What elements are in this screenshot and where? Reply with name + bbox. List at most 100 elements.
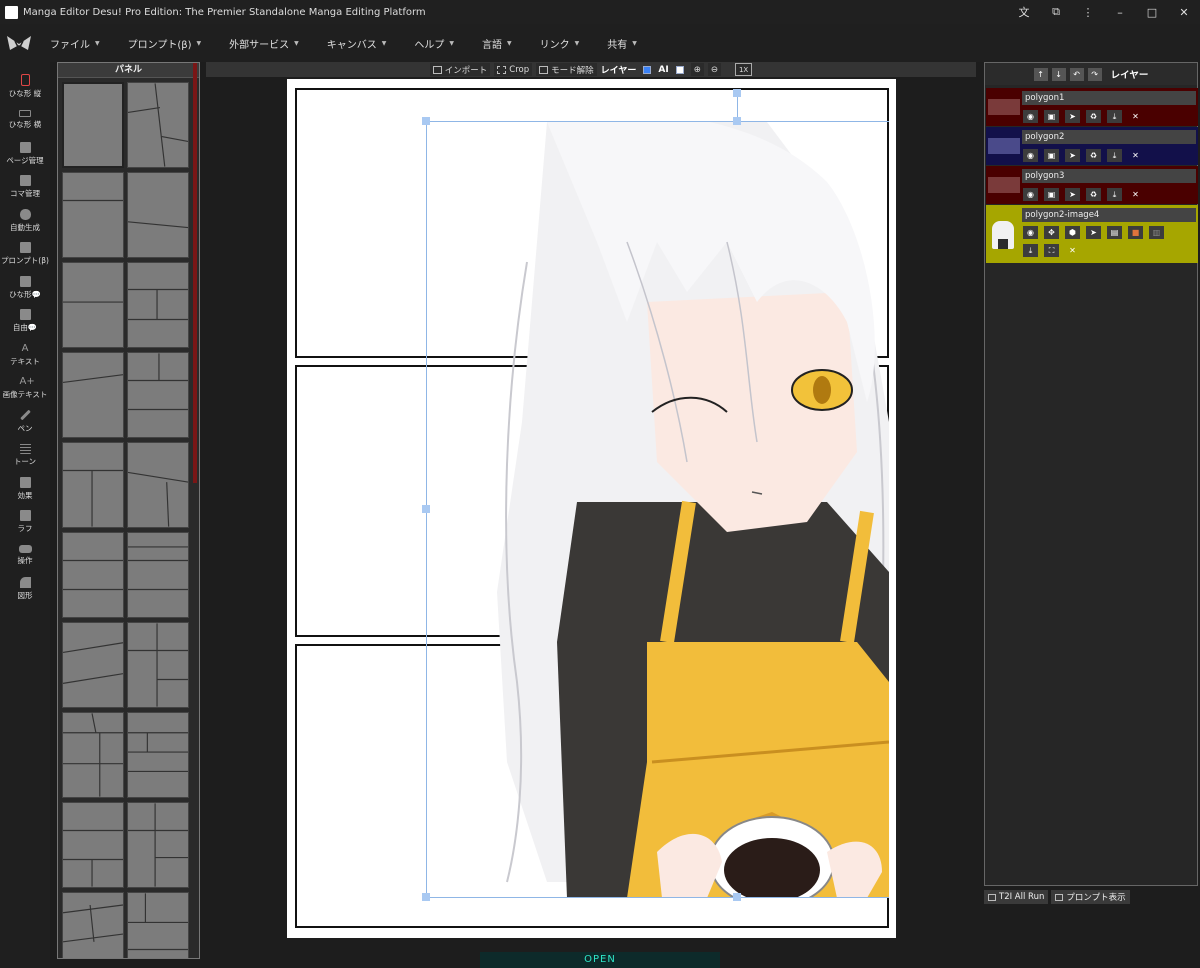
extension-icon[interactable]: ⧉	[1040, 0, 1072, 24]
menu-prompt[interactable]: プロンプト(β) ▼	[128, 36, 202, 51]
panel-template-thumb[interactable]	[127, 442, 189, 528]
layer-row-polygon2-image4[interactable]: polygon2-image4 ◉ ✥ ⬢ ➤ ▤ ■ ▥ ⤓ ⛶ ✕	[986, 205, 1198, 263]
recycle-icon[interactable]: ♻	[1086, 149, 1101, 162]
panel-template-thumb[interactable]	[127, 82, 189, 168]
move-up-icon[interactable]: ↑	[1033, 67, 1048, 81]
sidebar-item-panel-manager[interactable]: コマ管理	[0, 171, 50, 205]
run-icon[interactable]: ➤	[1065, 110, 1080, 123]
panel-template-thumb[interactable]	[127, 622, 189, 708]
translate-icon[interactable]: 文	[1008, 0, 1040, 24]
close-icon[interactable]: ✕	[1168, 0, 1200, 24]
crop-button[interactable]: Crop	[494, 63, 533, 76]
panel-template-thumb[interactable]	[127, 352, 189, 438]
character-image[interactable]	[427, 122, 889, 898]
panel-template-thumb[interactable]	[127, 892, 189, 958]
panel-library-scrollbar[interactable]	[193, 63, 197, 483]
fit-button[interactable]: 1X	[734, 63, 753, 76]
sidebar-item-image-text[interactable]: A+ 画像テキスト	[0, 372, 50, 406]
undo-icon[interactable]: ↶	[1069, 67, 1084, 81]
sidebar-item-shapes[interactable]: 図形	[0, 573, 50, 607]
lock-icon[interactable]: ▣	[1044, 110, 1059, 123]
lock-icon[interactable]: ▣	[1044, 149, 1059, 162]
menu-share[interactable]: 共有 ▼	[607, 36, 637, 51]
panel-template-thumb[interactable]	[62, 352, 124, 438]
visibility-icon[interactable]: ◉	[1023, 149, 1038, 162]
sidebar-item-operation[interactable]: 操作	[0, 539, 50, 573]
resize-handle-bottom-left[interactable]	[422, 893, 430, 901]
minimize-icon[interactable]: –	[1104, 0, 1136, 24]
more-icon[interactable]: ⋮	[1072, 0, 1104, 24]
close-icon[interactable]: ✕	[1128, 110, 1143, 123]
panel-template-thumb[interactable]	[62, 532, 124, 618]
zoom-out-button[interactable]: ⊖	[707, 63, 721, 76]
resize-handle-left[interactable]	[422, 505, 430, 513]
import-button[interactable]: インポート	[429, 63, 491, 76]
mode-off-button[interactable]: モード解除	[536, 63, 597, 76]
open-button[interactable]: OPEN	[480, 952, 720, 968]
layer-checkbox[interactable]	[643, 65, 652, 74]
sidebar-item-portrait-template[interactable]: ひな形 縦	[0, 70, 50, 104]
zoom-in-button[interactable]: ⊕	[690, 63, 704, 76]
download-icon[interactable]: ⤓	[1107, 110, 1122, 123]
sidebar-item-rough[interactable]: ラフ	[0, 506, 50, 540]
sidebar-item-auto-generate[interactable]: 自動生成	[0, 204, 50, 238]
recycle-icon[interactable]: ♻	[1086, 188, 1101, 201]
menu-canvas[interactable]: キャンバス ▼	[327, 36, 387, 51]
panel-template-thumb[interactable]	[62, 262, 124, 348]
trash-icon[interactable]: ▥	[1149, 226, 1164, 239]
recycle-icon[interactable]: ♻	[1086, 110, 1101, 123]
maximize-icon[interactable]: □	[1136, 0, 1168, 24]
sidebar-item-page-manager[interactable]: ページ管理	[0, 137, 50, 171]
move-icon[interactable]: ✥	[1044, 226, 1059, 239]
panel-template-thumb[interactable]	[127, 172, 189, 258]
visibility-icon[interactable]: ◉	[1023, 226, 1038, 239]
move-down-icon[interactable]: ↓	[1051, 67, 1066, 81]
panel-template-thumb[interactable]	[62, 712, 124, 798]
panel-template-thumb[interactable]	[127, 262, 189, 348]
fit-frame-icon[interactable]: ⛶	[1044, 244, 1059, 257]
run-icon[interactable]: ➤	[1086, 226, 1101, 239]
panel-template-thumb[interactable]	[127, 712, 189, 798]
shield-icon[interactable]: ⬢	[1065, 226, 1080, 239]
sidebar-item-text[interactable]: A テキスト	[0, 338, 50, 372]
resize-handle-bottom[interactable]	[733, 893, 741, 901]
resize-handle-top[interactable]	[733, 117, 741, 125]
close-icon[interactable]: ✕	[1065, 244, 1080, 257]
panel-template-thumb[interactable]	[62, 802, 124, 888]
rotate-handle[interactable]	[733, 89, 741, 97]
run-icon[interactable]: ➤	[1065, 149, 1080, 162]
box-icon[interactable]: ■	[1128, 226, 1143, 239]
visibility-icon[interactable]: ◉	[1023, 188, 1038, 201]
show-prompt-button[interactable]: プロンプト表示	[1051, 890, 1130, 904]
document-icon[interactable]: ▤	[1107, 226, 1122, 239]
run-icon[interactable]: ➤	[1065, 188, 1080, 201]
visibility-icon[interactable]: ◉	[1023, 110, 1038, 123]
sidebar-item-free-bubble[interactable]: 自由💬	[0, 305, 50, 339]
panel-template-thumb[interactable]	[62, 892, 124, 958]
sidebar-item-tone[interactable]: トーン	[0, 439, 50, 473]
redo-icon[interactable]: ↷	[1087, 67, 1102, 81]
sidebar-item-landscape-template[interactable]: ひな形 横	[0, 104, 50, 138]
close-icon[interactable]: ✕	[1128, 188, 1143, 201]
sidebar-item-template-bubble[interactable]: ひな形💬	[0, 271, 50, 305]
menu-links[interactable]: リンク ▼	[540, 36, 580, 51]
menu-help[interactable]: ヘルプ ▼	[414, 36, 454, 51]
panel-template-thumb[interactable]	[127, 802, 189, 888]
resize-handle-top-left[interactable]	[422, 117, 430, 125]
sidebar-item-prompt[interactable]: プロンプト(β)	[0, 238, 50, 272]
app-logo-icon[interactable]	[6, 33, 32, 53]
close-icon[interactable]: ✕	[1128, 149, 1143, 162]
sidebar-item-pen[interactable]: ペン	[0, 405, 50, 439]
sidebar-item-effect[interactable]: 効果	[0, 472, 50, 506]
ai-checkbox[interactable]	[675, 65, 684, 74]
panel-template-thumb[interactable]	[62, 172, 124, 258]
download-icon[interactable]: ⤓	[1107, 188, 1122, 201]
panel-template-thumb[interactable]	[62, 82, 124, 168]
lock-icon[interactable]: ▣	[1044, 188, 1059, 201]
menu-external-services[interactable]: 外部サービス ▼	[229, 36, 299, 51]
menu-language[interactable]: 言語 ▼	[482, 36, 512, 51]
layer-row-polygon2[interactable]: polygon2 ◉ ▣ ➤ ♻ ⤓ ✕	[986, 127, 1198, 165]
t2i-all-run-button[interactable]: T2I All Run	[984, 890, 1049, 904]
layer-row-polygon3[interactable]: polygon3 ◉ ▣ ➤ ♻ ⤓ ✕	[986, 166, 1198, 204]
download-icon[interactable]: ⤓	[1023, 244, 1038, 257]
